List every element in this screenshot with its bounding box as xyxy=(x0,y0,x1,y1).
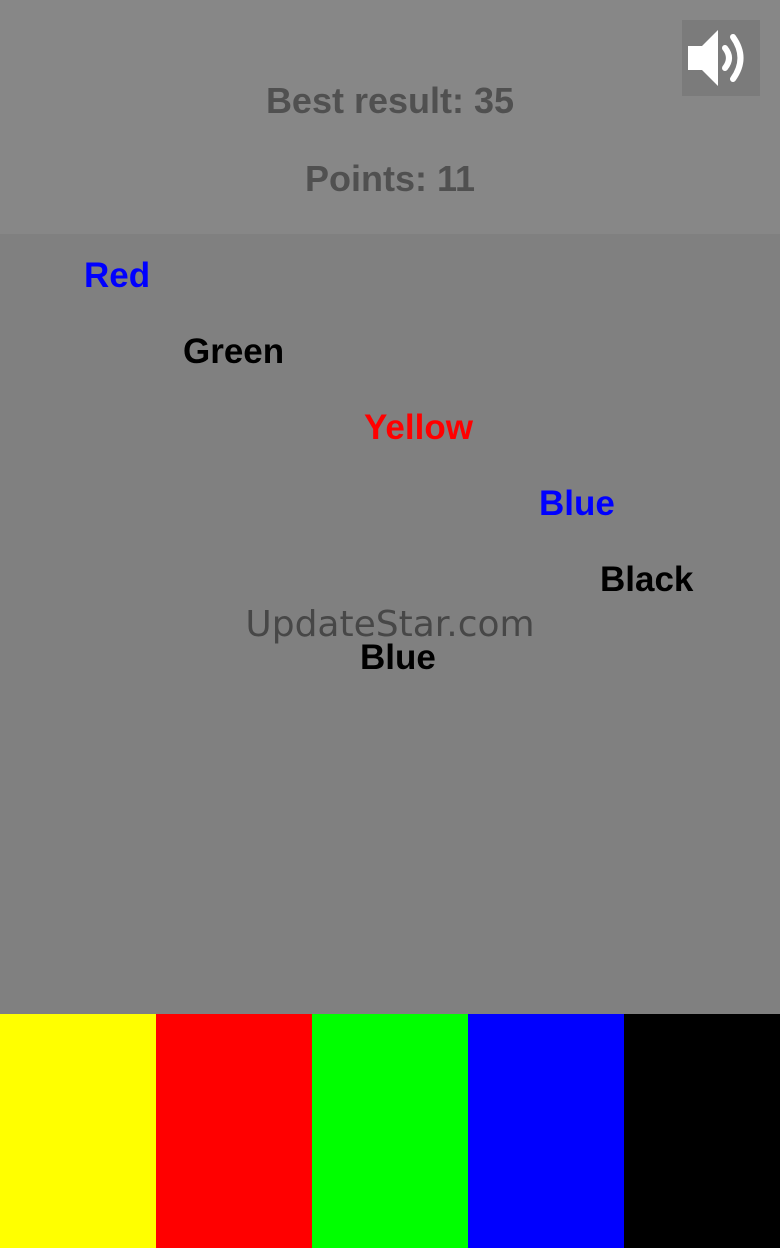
black-color-button[interactable] xyxy=(624,1014,780,1248)
green-color-button[interactable] xyxy=(312,1014,468,1248)
falling-word: Black xyxy=(600,560,694,599)
red-color-button[interactable] xyxy=(156,1014,312,1248)
falling-word: Red xyxy=(84,256,151,295)
falling-word: Blue xyxy=(360,638,436,677)
points-label: Points: 11 xyxy=(304,158,476,199)
score-header: Best result: 35 Points: 11 xyxy=(0,0,780,234)
speaker-volume-icon xyxy=(688,30,744,86)
sound-toggle-button[interactable] xyxy=(682,20,760,96)
falling-word: Blue xyxy=(539,484,615,523)
falling-word: Yellow xyxy=(364,408,473,447)
falling-word: Green xyxy=(183,332,285,371)
play-area: Red Green Yellow Blue Black UpdateStar.c… xyxy=(0,234,780,1014)
color-palette xyxy=(0,1014,780,1248)
best-result-label: Best result: 35 xyxy=(265,80,515,121)
yellow-color-button[interactable] xyxy=(0,1014,156,1248)
game-screen: Best result: 35 Points: 11 Red Green Yel… xyxy=(0,0,780,1248)
blue-color-button[interactable] xyxy=(468,1014,624,1248)
